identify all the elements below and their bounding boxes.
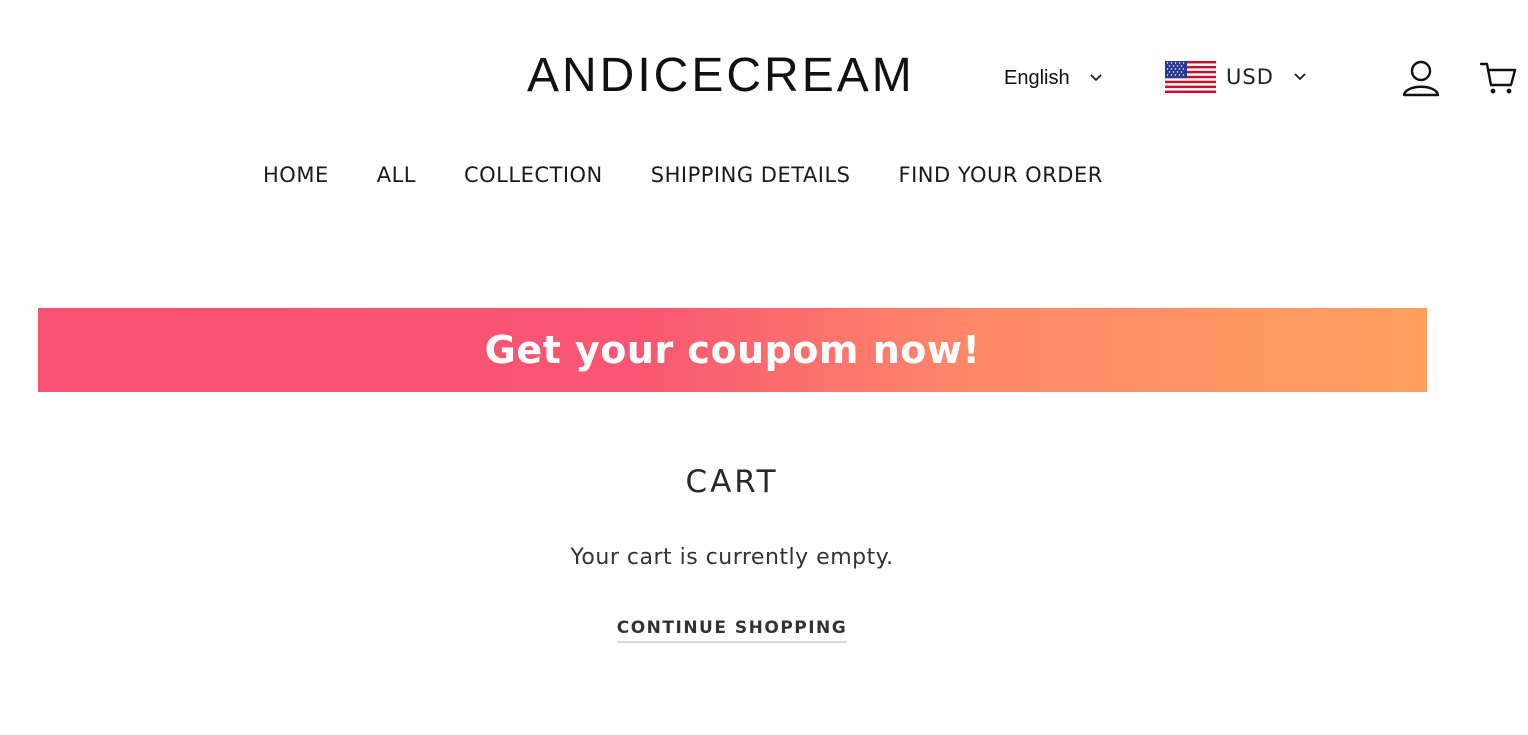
nav-item-all[interactable]: ALL — [377, 163, 416, 187]
coupon-banner-text: Get your coupom now! — [484, 328, 981, 372]
cart-icon[interactable] — [1478, 58, 1518, 98]
language-label: English — [1004, 66, 1070, 89]
page-title: CART — [685, 464, 779, 500]
nav-item-home[interactable]: HOME — [263, 163, 329, 187]
nav-item-collection[interactable]: COLLECTION — [464, 163, 603, 187]
account-icon[interactable] — [1401, 58, 1441, 98]
chevron-down-icon — [1090, 74, 1102, 82]
store-logo[interactable]: ANDICECREAM — [527, 46, 915, 106]
language-selector[interactable]: English — [1004, 64, 1102, 92]
empty-cart-message: Your cart is currently empty. — [570, 545, 894, 570]
nav-item-shipping-details[interactable]: SHIPPING DETAILS — [651, 163, 851, 187]
us-flag-icon — [1165, 61, 1216, 93]
nav-item-find-your-order[interactable]: FIND YOUR ORDER — [899, 163, 1103, 187]
chevron-down-icon — [1294, 73, 1306, 81]
continue-shopping-link[interactable]: CONTINUE SHOPPING — [616, 618, 848, 643]
currency-selector[interactable]: USD — [1165, 60, 1306, 94]
main-nav: HOME ALL COLLECTION SHIPPING DETAILS FIN… — [263, 159, 1103, 191]
coupon-banner[interactable]: Get your coupom now! — [38, 308, 1427, 392]
currency-label: USD — [1226, 65, 1274, 89]
continue-shopping-container: CONTINUE SHOPPING — [0, 618, 1464, 643]
